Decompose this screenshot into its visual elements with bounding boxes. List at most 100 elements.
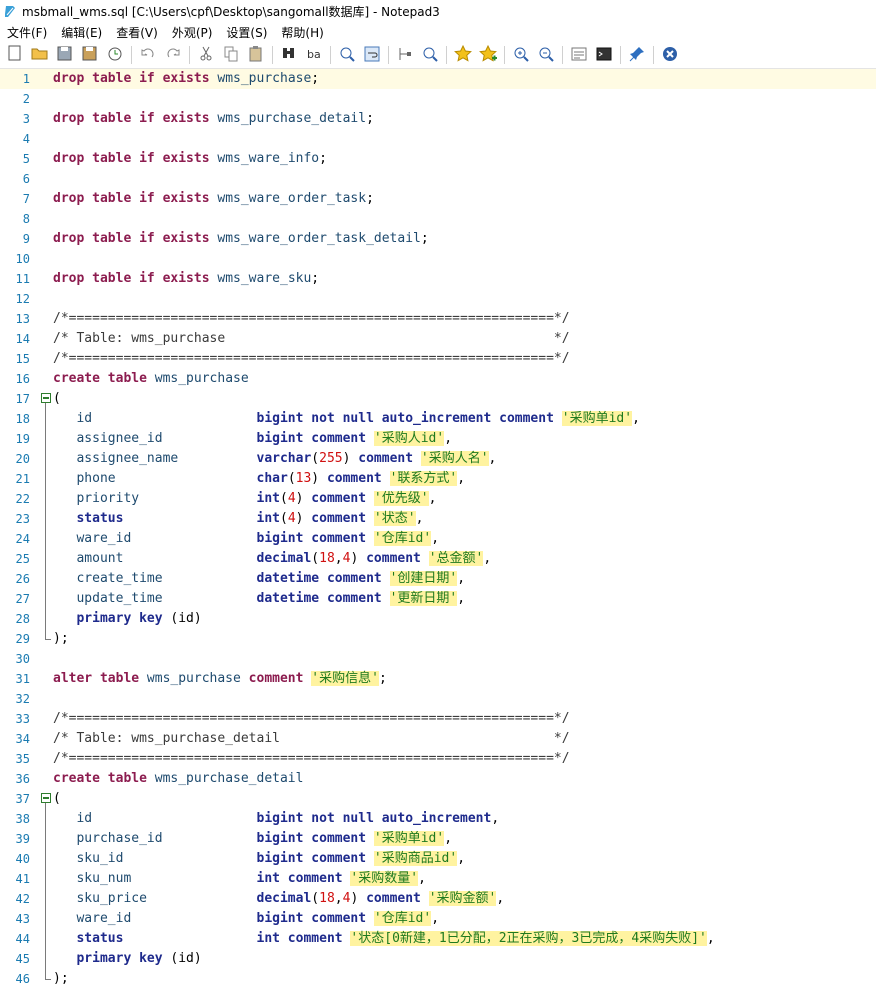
code-editor[interactable]: 1 drop table if exists wms_purchase; 2 3 dro… [0,69,876,998]
save-button[interactable] [54,44,76,66]
undo-button[interactable] [137,44,159,66]
redo-icon [163,44,183,67]
code-line[interactable]: 40 sku_id bigint comment '采购商品id', [0,849,876,869]
code-line[interactable]: 8 [0,209,876,229]
code-line[interactable]: 2 [0,89,876,109]
token-id: wms_ware_sku [209,271,312,286]
save-as-button[interactable] [79,44,101,66]
code-line[interactable]: 3 drop table if exists wms_purchase_detai… [0,109,876,129]
save-as-icon [80,44,100,67]
token-pn: , [706,931,715,946]
token-id: ware_id [53,911,257,926]
toolbar-separator [562,46,563,64]
code-line[interactable]: 37 ( [0,789,876,809]
add-bookmark-button[interactable] [477,44,499,66]
token-kw-b: comment [311,491,367,506]
token-pn: , [444,831,453,846]
open-folder-button[interactable] [29,44,51,66]
zoom-out-button[interactable] [535,44,557,66]
code-line[interactable]: 43 ware_id bigint comment '仓库id', [0,909,876,929]
menu-item-4[interactable]: 设置(S) [219,24,274,41]
copy-button[interactable] [220,44,242,66]
code-line[interactable]: 30 [0,649,876,669]
word-wrap-button[interactable] [361,44,383,66]
code-line[interactable]: 12 [0,289,876,309]
menu-item-3[interactable]: 外观(P) [165,24,220,41]
paste-button[interactable] [245,44,267,66]
replace-button[interactable]: ba [303,44,325,66]
code-line[interactable]: 20 assignee_name varchar(255) comment '采… [0,449,876,469]
code-line[interactable]: 18 id bigint not null auto_increment com… [0,409,876,429]
code-line[interactable]: 46); [0,969,876,989]
doc-info-button[interactable] [568,44,590,66]
code-line[interactable]: 1 drop table if exists wms_purchase; [0,69,876,89]
code-line[interactable]: 16 create table wms_purchase [0,369,876,389]
code-line[interactable]: 22 priority int(4) comment '优先级', [0,489,876,509]
new-file-button[interactable] [4,44,26,66]
token-kw-b: status [53,931,257,946]
code-line[interactable]: 28 primary key (id) [0,609,876,629]
code-line[interactable]: 5 drop table if exists wms_ware_info; [0,149,876,169]
menu-item-0[interactable]: 文件(F) [0,24,54,41]
bookmark-button[interactable] [452,44,474,66]
console-button[interactable] [593,44,615,66]
cut-icon [196,44,216,67]
code-line[interactable]: 41 sku_num int comment '采购数量', [0,869,876,889]
token-id: ware_id [53,531,257,546]
redo-button[interactable] [162,44,184,66]
find-button[interactable] [278,44,300,66]
token-str: '采购商品id' [373,851,458,866]
code-line[interactable]: 11 drop table if exists wms_ware_sku; [0,269,876,289]
token-pn: ) [311,471,327,486]
code-line[interactable]: 13 /*====================================… [0,309,876,329]
code-line[interactable]: 31 alter table wms_purchase comment '采购信息… [0,669,876,689]
code-line[interactable]: 29); [0,629,876,649]
fold-guide [39,429,53,449]
code-text: sku_price decimal(18,4) comment '采购金额', [53,889,504,909]
code-line[interactable]: 7 drop table if exists wms_ware_order_tas… [0,189,876,209]
code-line[interactable]: 32 [0,689,876,709]
code-line[interactable]: 38 id bigint not null auto_increment, [0,809,876,829]
code-line[interactable]: 33 /*====================================… [0,709,876,729]
cut-button[interactable] [195,44,217,66]
code-line[interactable]: 34 /* Table: wms_purchase_detail */ [0,729,876,749]
code-line[interactable]: 9 drop table if exists wms_ware_order_tas… [0,229,876,249]
code-line[interactable]: 27 update_time datetime comment '更新日期', [0,589,876,609]
code-text: create_time datetime comment '创建日期', [53,569,465,589]
code-text: ware_id bigint comment '仓库id', [53,529,439,549]
close-button[interactable] [659,44,681,66]
code-line[interactable]: 19 assignee_id bigint comment '采购人id', [0,429,876,449]
code-line[interactable]: 14 /* Table: wms_purchase */ [0,329,876,349]
code-line[interactable]: 21 phone char(13) comment '联系方式', [0,469,876,489]
fold-guide [39,569,53,589]
code-line[interactable]: 10 [0,249,876,269]
code-line[interactable]: 25 amount decimal(18,4) comment '总金额', [0,549,876,569]
goto-button[interactable] [394,44,416,66]
menu-item-5[interactable]: 帮助(H) [274,24,330,41]
code-line[interactable]: 6 [0,169,876,189]
code-line[interactable]: 36 create table wms_purchase_detail [0,769,876,789]
code-line[interactable]: 35 /*====================================… [0,749,876,769]
line-number: 15 [15,352,30,366]
code-line[interactable]: 24 ware_id bigint comment '仓库id', [0,529,876,549]
code-line[interactable]: 44 status int comment '状态[0新建，1已分配，2正在采购… [0,929,876,949]
pin-button[interactable] [626,44,648,66]
menu-item-1[interactable]: 编辑(E) [54,24,109,41]
code-line[interactable]: 26 create_time datetime comment '创建日期', [0,569,876,589]
fold-toggle-icon[interactable] [39,389,53,409]
zoom-find-button[interactable] [336,44,358,66]
code-line[interactable]: 15 /*====================================… [0,349,876,369]
token-pn: ( [311,551,320,566]
menu-item-2[interactable]: 查看(V) [109,24,165,41]
fold-toggle-icon[interactable] [39,789,53,809]
recent-files-button[interactable] [104,44,126,66]
token-kw-b: bigint comment [256,851,367,866]
code-line[interactable]: 39 purchase_id bigint comment '采购单id', [0,829,876,849]
code-line[interactable]: 23 status int(4) comment '状态', [0,509,876,529]
code-line[interactable]: 45 primary key (id) [0,949,876,969]
code-line[interactable]: 42 sku_price decimal(18,4) comment '采购金额… [0,889,876,909]
code-line[interactable]: 4 [0,129,876,149]
code-line[interactable]: 17 ( [0,389,876,409]
search-next-button[interactable] [419,44,441,66]
zoom-in-button[interactable] [510,44,532,66]
